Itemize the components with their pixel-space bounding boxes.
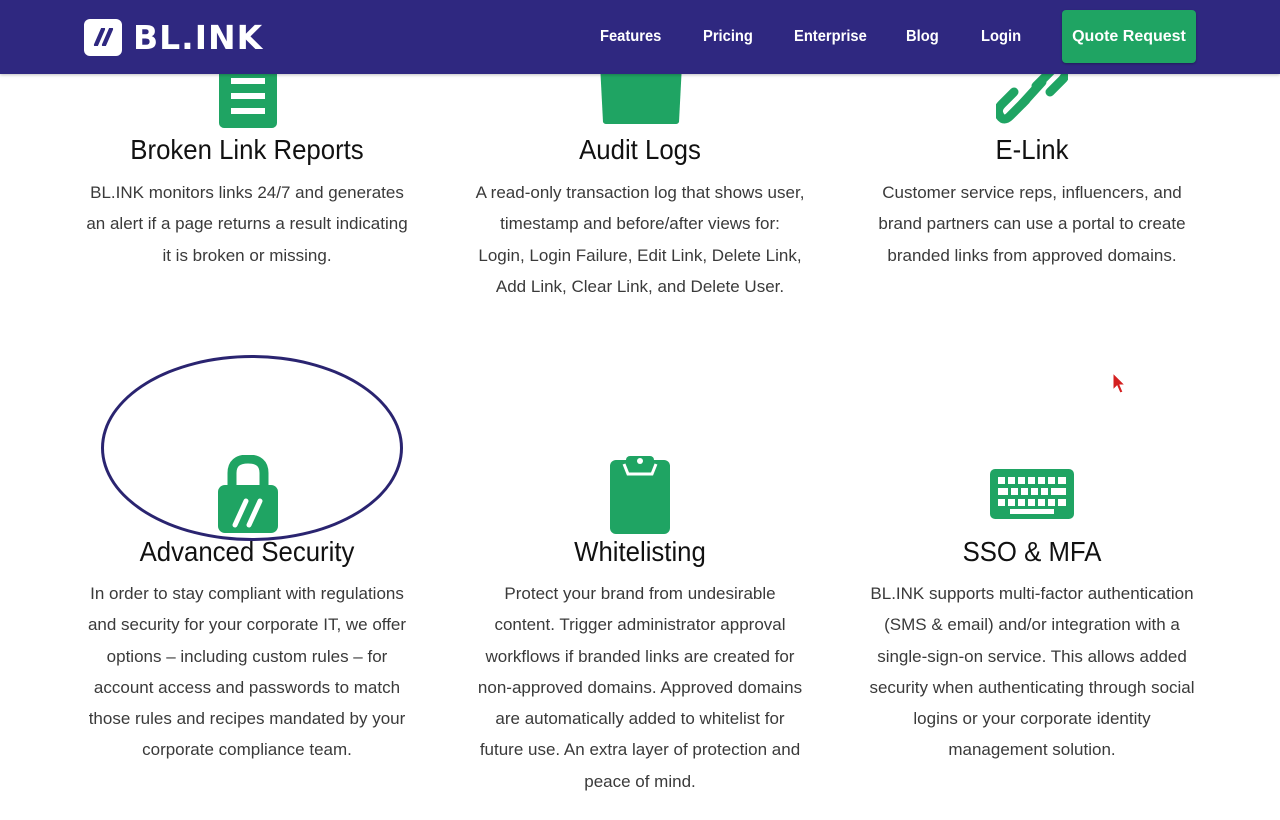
clipboard-icon xyxy=(610,454,670,539)
feature-title-audit-logs: Audit Logs xyxy=(579,134,701,165)
feature-desc-broken-link-reports: BL.INK monitors links 24/7 and generates… xyxy=(86,183,408,265)
lock-icon xyxy=(218,454,278,540)
feature-title-sso-mfa: SSO & MFA xyxy=(962,536,1102,567)
feature-title-advanced-security: Advanced Security xyxy=(139,536,355,567)
mouse-cursor-icon xyxy=(1112,371,1128,401)
feature-desc-audit-logs: A read-only transaction log that shows u… xyxy=(475,183,805,296)
feature-title-broken-link-reports: Broken Link Reports xyxy=(130,134,364,165)
logo-mark-icon xyxy=(84,18,122,56)
feature-desc-sso-mfa: BL.INK supports multi-factor authenticat… xyxy=(869,584,1195,760)
keyboard-icon xyxy=(990,469,1074,524)
nav-link-enterprise[interactable]: Enterprise xyxy=(794,27,867,47)
nav-link-features[interactable]: Features xyxy=(600,27,661,47)
feature-desc-whitelisting: Protect your brand from undesirable cont… xyxy=(477,584,803,791)
feature-desc-advanced-security: In order to stay compliant with regulati… xyxy=(87,584,407,760)
quote-request-button[interactable]: Quote Request xyxy=(1062,10,1196,63)
logo-text: BL.INK xyxy=(133,17,264,57)
brand-logo[interactable]: BL.INK xyxy=(84,18,263,56)
feature-title-e-link: E-Link xyxy=(995,134,1069,165)
top-navbar: BL.INK Features Pricing Enterprise Blog … xyxy=(0,0,1280,74)
nav-link-login[interactable]: Login xyxy=(981,27,1021,47)
feature-desc-e-link: Customer service reps, influencers, and … xyxy=(878,183,1186,265)
nav-link-blog[interactable]: Blog xyxy=(906,27,939,47)
feature-title-whitelisting: Whitelisting xyxy=(574,536,706,567)
nav-link-pricing[interactable]: Pricing xyxy=(703,27,753,47)
